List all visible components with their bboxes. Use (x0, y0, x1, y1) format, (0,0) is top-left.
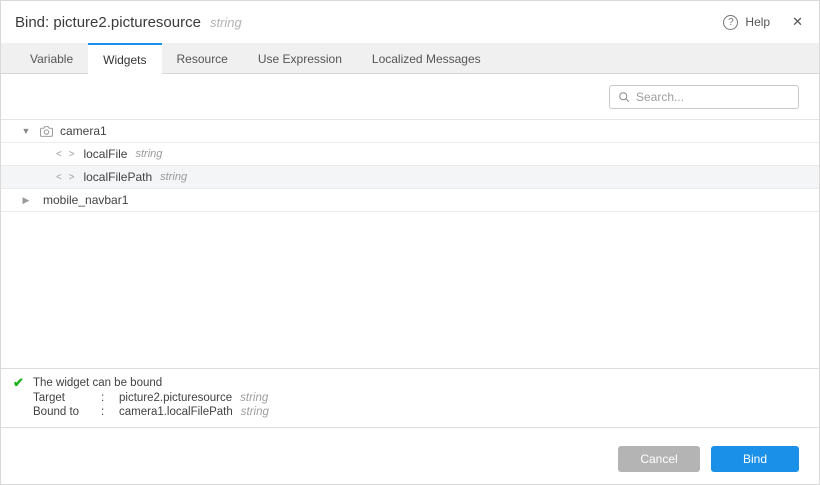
search-input[interactable] (636, 90, 790, 104)
status-lines: The widget can be bound Target : picture… (33, 376, 269, 420)
status-boundto-value: camera1.localFilePath (119, 405, 233, 420)
tree-label: mobile_navbar1 (43, 193, 128, 207)
tab-variable[interactable]: Variable (15, 43, 88, 73)
bind-dialog: Bind: picture2.picturesource string ? He… (0, 0, 820, 485)
search-icon (618, 91, 630, 103)
status-message: The widget can be bound (33, 376, 162, 391)
tab-widgets[interactable]: Widgets (88, 43, 161, 74)
bind-status-panel: ✔ The widget can be bound Target : pictu… (1, 368, 819, 428)
help-icon[interactable]: ? (723, 15, 738, 30)
caret-down-icon[interactable]: ▼ (21, 126, 31, 136)
empty-area (1, 212, 819, 368)
status-target-type: string (240, 391, 268, 406)
status-target-label: Target (33, 391, 101, 406)
code-icon: < > (56, 149, 76, 160)
code-icon: < > (56, 172, 76, 183)
status-boundto-label: Bound to (33, 405, 101, 420)
status-boundto-type: string (241, 405, 269, 420)
tab-resource[interactable]: Resource (162, 43, 243, 73)
tree-row-localfile[interactable]: < > localFile string (1, 143, 819, 166)
widget-tree: ▼ camera1 < > localFile string < > local… (1, 119, 819, 212)
dialog-title-type: string (210, 15, 242, 30)
status-message-row: The widget can be bound (33, 376, 269, 391)
tree-type: string (135, 148, 162, 160)
status-boundto-row: Bound to : camera1.localFilePath string (33, 405, 269, 420)
tab-bar: Variable Widgets Resource Use Expression… (1, 43, 819, 74)
cancel-button[interactable]: Cancel (618, 446, 700, 472)
tree-row-localfilepath[interactable]: < > localFilePath string (1, 166, 819, 189)
caret-right-icon[interactable]: ▶ (21, 195, 31, 206)
header-actions: ? Help ✕ (723, 14, 803, 30)
dialog-title: Bind: picture2.picturesource (15, 14, 201, 31)
tab-use-expression[interactable]: Use Expression (243, 43, 357, 73)
tree-row-mobile-navbar1[interactable]: ▶ mobile_navbar1 (1, 189, 819, 212)
dialog-header: Bind: picture2.picturesource string ? He… (1, 1, 819, 43)
search-box[interactable] (609, 85, 799, 109)
search-toolbar (1, 74, 819, 119)
tree-label: localFile (83, 147, 127, 161)
tab-localized-messages[interactable]: Localized Messages (357, 43, 496, 73)
camera-icon (40, 125, 53, 138)
dialog-title-wrap: Bind: picture2.picturesource string (15, 14, 242, 31)
status-target-row: Target : picture2.picturesource string (33, 391, 269, 406)
tree-type: string (160, 171, 187, 183)
tree-label: localFilePath (83, 170, 152, 184)
status-separator: : (101, 405, 119, 420)
tree-label: camera1 (60, 124, 107, 138)
dialog-footer: Cancel Bind (1, 428, 819, 484)
close-icon[interactable]: ✕ (792, 14, 803, 30)
tree-row-camera1[interactable]: ▼ camera1 (1, 120, 819, 143)
status-target-value: picture2.picturesource (119, 391, 232, 406)
bind-button[interactable]: Bind (711, 446, 799, 472)
check-icon: ✔ (13, 376, 33, 390)
help-link[interactable]: Help (745, 15, 770, 29)
status-separator: : (101, 391, 119, 406)
